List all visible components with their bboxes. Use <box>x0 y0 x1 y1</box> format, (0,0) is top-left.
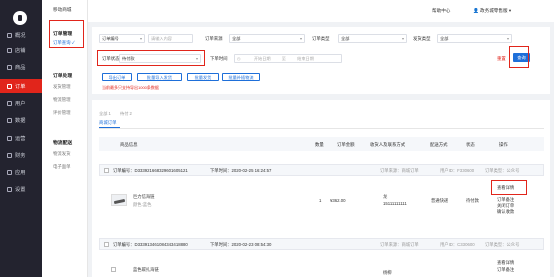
receiver-phone: 15111111111 <box>383 201 407 206</box>
order-user-id: 用户ID：C330600 <box>440 242 475 247</box>
th-amount: 订单金额 <box>337 142 355 147</box>
type-select[interactable]: 全部 ▾ <box>338 34 407 43</box>
order-qty: 1 <box>319 198 322 203</box>
tab-mall-orders[interactable]: 商城订单 <box>99 120 117 126</box>
main-sidebar: 概况 店铺 商品 订单 用户 数据 运营 财务 应用 设置 <box>0 0 42 277</box>
order-user-id: 用户ID：F330600 <box>440 168 475 173</box>
reset-link[interactable]: 重置 <box>497 56 506 62</box>
item-checkbox[interactable] <box>111 267 116 272</box>
operation-icon <box>7 135 12 141</box>
logo <box>13 11 27 25</box>
goods-icon <box>7 64 12 70</box>
source-select[interactable]: 全部 ▾ <box>229 34 305 43</box>
top-bar: 帮助中心 👤 政务城零售版 ▾ <box>88 0 554 22</box>
nav-item-orders[interactable]: 订单 <box>0 79 42 93</box>
product-name[interactable]: 巨力信海链 <box>133 194 154 200</box>
date-range-picker[interactable]: ◷ 开始日期 至 结束日期 <box>234 54 342 63</box>
user-icon: 👤 <box>473 8 479 13</box>
account-menu[interactable]: 👤 政务城零售版 ▾ <box>473 8 511 14</box>
order-source: 订单来源：商城订单 <box>380 168 419 173</box>
type-label: 订单类型 <box>312 36 330 41</box>
order-note-link[interactable]: 订单备注 <box>497 267 514 273</box>
calendar-icon: ◷ <box>237 56 241 61</box>
export-warning: 当前最多只支持导出1000条数据 <box>102 85 159 90</box>
confirm-payment-link[interactable]: 确认收款 <box>497 209 514 215</box>
ship-type-label: 发货类型 <box>413 36 431 41</box>
tab-pending[interactable]: 待付 2 <box>120 111 132 117</box>
data-icon <box>7 117 12 123</box>
order-time: 下单时间：2020-02-23 08:54:30 <box>210 242 272 247</box>
source-label: 订单来源 <box>205 36 223 41</box>
order-amount: ¥362.00 <box>330 198 346 203</box>
chevron-down-icon: ▾ <box>401 36 404 41</box>
product-name[interactable]: 蓝色碳扎海链 <box>133 267 159 273</box>
delivery-method: 普通快递 <box>431 198 449 203</box>
product-thumbnail <box>111 194 127 206</box>
order-type: 订单类型：公众号 <box>485 242 520 247</box>
order-status: 待付款 <box>466 198 479 203</box>
chevron-down-icon: ▾ <box>506 36 509 41</box>
th-qty: 数量 <box>315 142 324 147</box>
th-status: 状态 <box>466 142 475 147</box>
highlight-search <box>509 46 529 68</box>
finance-icon <box>7 152 12 158</box>
highlight-subnav <box>49 20 84 48</box>
results-panel <box>92 100 550 277</box>
subnav-link-reviews[interactable]: 评价管理 <box>53 110 71 116</box>
nav-item-finance[interactable]: 财务 <box>0 148 42 162</box>
order-number: 订单编号：D333921668329601605121 <box>113 168 188 173</box>
batch-logistics-button[interactable]: 批量补插物流 <box>222 73 260 81</box>
nav-item-settings[interactable]: 设置 <box>0 182 42 196</box>
product-spec: 颜色:蓝色 <box>133 202 152 207</box>
order-type: 订单类型：公众号 <box>485 168 520 173</box>
nav-item-overview[interactable]: 概况 <box>0 28 42 42</box>
receiver-name: 杨柳 <box>383 270 392 275</box>
subnav-group-delivery: 物流配送 <box>53 141 73 146</box>
th-goods: 商品信息 <box>120 142 138 147</box>
chevron-down-icon: ▾ <box>139 36 142 41</box>
subnav-group-order-processing: 订单处理 <box>53 74 73 79</box>
chevron-down-icon: ▾ <box>299 36 302 41</box>
ship-type-select[interactable]: 全部 ▾ <box>437 34 512 43</box>
th-receiver: 收货人及联系方式 <box>370 142 406 147</box>
th-delivery: 配送方式 <box>430 142 448 147</box>
home-icon <box>7 32 12 38</box>
order-number: 订单编号：D333913461084343418880 <box>113 242 188 247</box>
store-icon <box>7 47 12 53</box>
order-source: 订单来源：商城订单 <box>380 242 419 247</box>
highlight-view-detail <box>491 180 527 195</box>
order-keyword-input[interactable]: 请输入内容 <box>148 34 193 43</box>
nav-item-operation[interactable]: 运营 <box>0 131 42 145</box>
subnav-link-shipping[interactable]: 发货管理 <box>53 84 71 90</box>
tab-divider <box>99 128 544 129</box>
order-field-select[interactable]: 订单编号 ▾ <box>99 34 145 43</box>
order-checkbox[interactable] <box>104 242 109 247</box>
nav-item-apps[interactable]: 应用 <box>0 165 42 179</box>
highlight-status <box>97 50 205 66</box>
nav-item-users[interactable]: 用户 <box>0 96 42 110</box>
batch-ship-button[interactable]: 批量发货 <box>187 73 219 81</box>
apps-icon <box>7 169 12 175</box>
order-checkbox[interactable] <box>104 168 109 173</box>
order-time-label: 下单时间 <box>210 56 228 61</box>
nav-item-store[interactable]: 店铺 <box>0 43 42 57</box>
nav-item-goods[interactable]: 商品 <box>0 60 42 74</box>
help-center-link[interactable]: 帮助中心 <box>432 8 450 14</box>
th-ops: 操作 <box>499 142 508 147</box>
view-detail-link[interactable]: 查看详情 <box>497 260 514 266</box>
batch-import-ship-button[interactable]: 批量导入发货 <box>137 73 182 81</box>
user-icon <box>7 100 12 106</box>
app-title: 移动商城 <box>53 7 72 12</box>
order-icon <box>7 83 12 89</box>
settings-icon <box>7 186 12 192</box>
subnav-link-e-waybill[interactable]: 电子面单 <box>53 164 71 170</box>
export-orders-button[interactable]: 导出订单 <box>102 73 132 81</box>
tab-all[interactable]: 全部 1 <box>99 111 111 117</box>
order-time: 下单时间：2020-02-25 16:24:57 <box>210 168 272 173</box>
subnav-link-dispatch[interactable]: 物流发货 <box>53 151 71 157</box>
nav-item-data[interactable]: 数据 <box>0 113 42 127</box>
receiver-name: 龙 <box>383 194 388 199</box>
subnav-link-logistics[interactable]: 物流管理 <box>53 97 71 103</box>
